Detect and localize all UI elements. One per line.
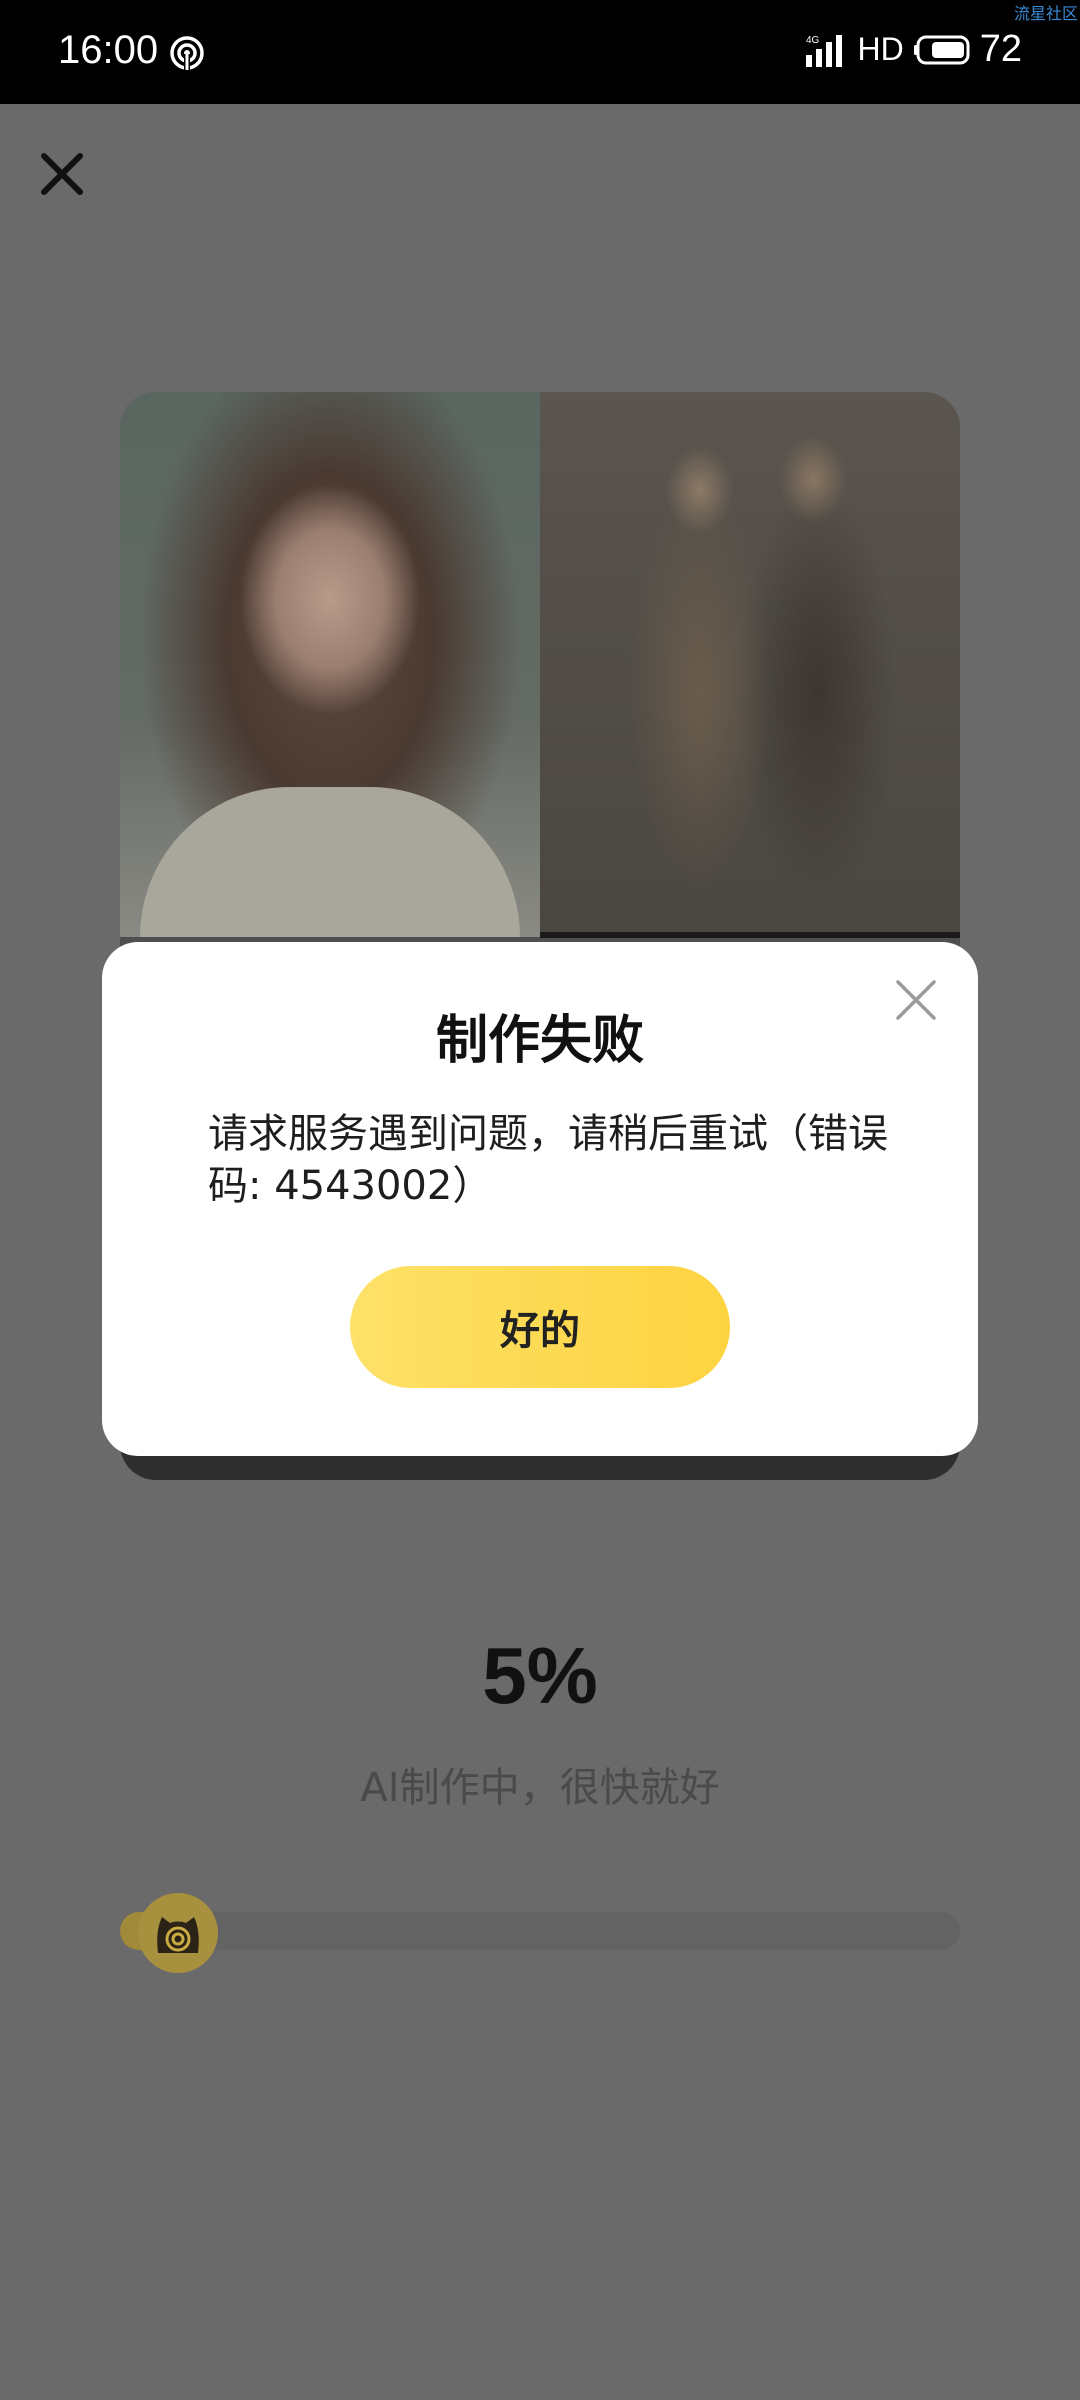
watermark: 流星社区 [1013,4,1078,23]
status-right-group: 4G HD 72 [804,28,1022,71]
signal-icon: 4G [805,34,842,67]
battery-level: 72 [979,28,1022,70]
status-bar: 16:00 4G HD 72 流星社区 [0,0,1080,104]
svg-text:4G: 4G [806,35,820,46]
error-dialog: 制作失败 请求服务遇到问题，请稍后重试（错误码: 4543002） 好的 [102,942,978,1456]
hotspot-icon [170,36,204,72]
status-time: 16:00 [58,28,159,72]
battery-icon [913,35,970,64]
ok-button-label: 好的 [500,1308,580,1354]
hd-indicator: HD [857,31,904,67]
dialog-message: 请求服务遇到问题，请稍后重试（错误码: 4543002） [208,1111,888,1209]
dialog-title: 制作失败 [435,1011,644,1071]
ok-button[interactable]: 好的 [350,1266,730,1388]
